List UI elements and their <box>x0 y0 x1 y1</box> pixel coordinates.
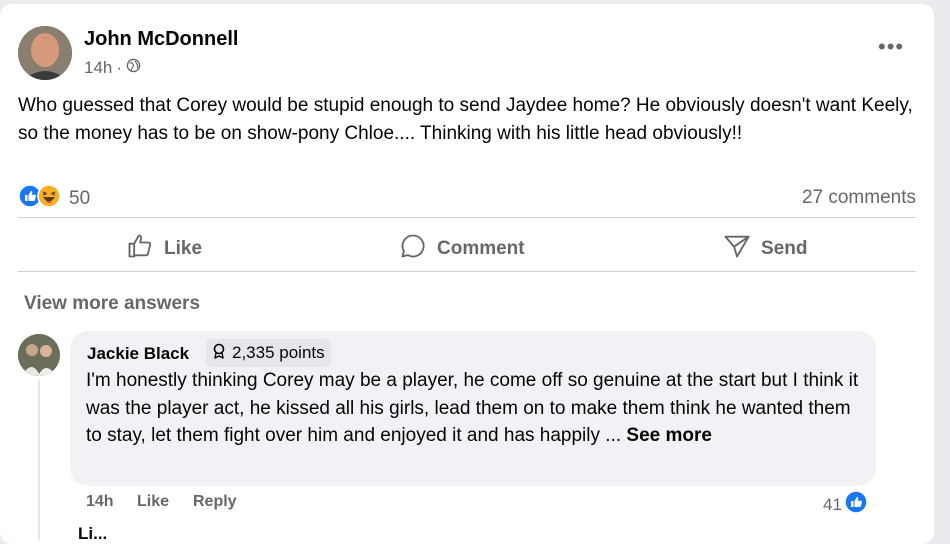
divider-top <box>18 217 916 218</box>
like-reaction-icon <box>844 490 868 519</box>
haha-reaction-icon <box>37 184 61 213</box>
reply-text: I'm honestly thinking Corey may be a pla… <box>86 367 866 450</box>
reply-likes[interactable]: 41 <box>823 490 868 519</box>
divider-bottom <box>18 271 916 272</box>
meta-separator: · <box>116 58 123 77</box>
reactions-summary[interactable]: 50 <box>18 184 90 213</box>
post-card: John McDonnell 14h · ••• Who guessed tha… <box>0 4 934 544</box>
reply-like-button[interactable]: Like <box>137 493 169 511</box>
comment-label: Comment <box>437 238 525 259</box>
reply-bubble: Jackie Black 2,335 points I'm honestly t… <box>70 331 876 486</box>
post-text: Who guessed that Corey would be stupid e… <box>18 95 913 144</box>
comment-icon <box>399 232 427 266</box>
author-avatar[interactable] <box>18 26 72 80</box>
next-reply-partial: Li... <box>78 524 108 543</box>
points-badge[interactable]: 2,335 points <box>206 339 331 367</box>
thumbs-up-icon <box>126 232 154 266</box>
reply-time[interactable]: 14h <box>86 493 114 511</box>
reply-reply-button[interactable]: Reply <box>193 493 237 511</box>
reply-author-name[interactable]: Jackie Black <box>87 344 189 364</box>
comment-button[interactable]: Comment <box>399 232 525 266</box>
reply-like-count: 41 <box>823 494 842 514</box>
comments-count[interactable]: 27 comments <box>802 187 916 209</box>
badge-icon <box>212 343 226 364</box>
send-icon <box>723 232 751 266</box>
more-options-icon[interactable]: ••• <box>878 34 904 60</box>
post-meta: 14h · <box>84 58 141 78</box>
points-label: 2,335 points <box>232 343 325 362</box>
send-label: Send <box>761 238 808 259</box>
reply-body: I'm honestly thinking Corey may be a pla… <box>86 370 859 446</box>
like-label: Like <box>164 238 203 259</box>
audience-globe-icon <box>126 58 141 78</box>
reply-author-avatar[interactable] <box>18 334 60 376</box>
thread-line <box>38 380 40 540</box>
author-name[interactable]: John McDonnell <box>84 28 238 51</box>
send-button[interactable]: Send <box>723 232 807 266</box>
post-time[interactable]: 14h <box>84 58 112 78</box>
view-more-answers-link[interactable]: View more answers <box>24 293 200 315</box>
reaction-count: 50 <box>69 187 91 209</box>
like-button[interactable]: Like <box>126 232 202 266</box>
see-more-link[interactable]: See more <box>626 425 712 446</box>
